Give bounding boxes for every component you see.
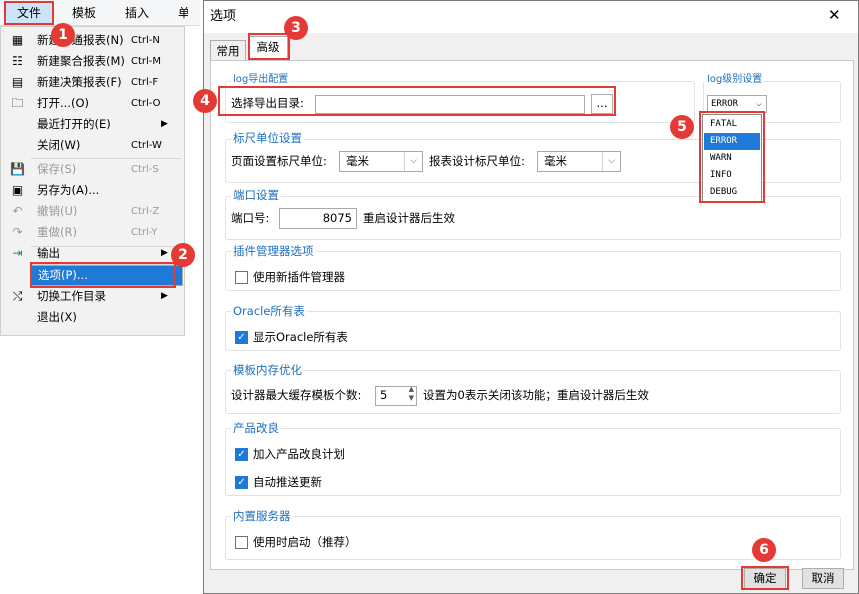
save-as-icon: ▣ [11, 183, 24, 197]
menu-cell[interactable]: 单 [178, 3, 188, 23]
close-icon[interactable]: ✕ [828, 7, 841, 23]
group-title-plugin: 插件管理器选项 [231, 244, 316, 258]
step-badge-5: 5 [670, 115, 694, 139]
group-title-server: 内置服务器 [231, 509, 293, 523]
menu-item-new-aggregate[interactable]: ☷ 新建聚合报表(M) Ctrl-M [1, 51, 184, 72]
auto-push-label: 自动推送更新 [253, 475, 322, 489]
menu-item-undo[interactable]: ↶ 撤销(U) Ctrl-Z [1, 201, 184, 222]
step-badge-1: 1 [51, 23, 75, 47]
highlight-export-dir [218, 86, 616, 116]
highlight-file-menu [4, 1, 54, 25]
max-cache-note: 设置为0表示关闭该功能；重启设计器后生效 [423, 388, 649, 402]
new-report-icon: ▦ [11, 33, 24, 47]
step-badge-3: 3 [284, 16, 308, 40]
redo-icon: ↷ [12, 225, 23, 239]
start-server-checkbox[interactable] [235, 536, 248, 549]
highlight-advanced-tab [248, 33, 290, 60]
menu-item-save-as[interactable]: ▣ 另存为(A)... [1, 180, 184, 201]
menu-item-export[interactable]: ⇥ 输出 ▶ [1, 243, 184, 264]
page-ruler-select[interactable]: 毫米 ⌵ [339, 151, 423, 172]
highlight-options-item [30, 262, 176, 288]
show-oracle-tables-checkbox[interactable]: ✓ [235, 331, 248, 344]
report-ruler-select[interactable]: 毫米 ⌵ [537, 151, 621, 172]
report-ruler-label: 报表设计标尺单位: [429, 154, 525, 168]
cancel-button[interactable]: 取消 [802, 568, 844, 589]
submenu-arrow-icon: ▶ [161, 291, 168, 301]
file-menu: ▦ 新建普通报表(N) Ctrl-N ☷ 新建聚合报表(M) Ctrl-M ▤ … [0, 26, 185, 336]
menu-item-close[interactable]: 关闭(W) Ctrl-W [1, 135, 184, 156]
port-label: 端口号: [231, 211, 270, 225]
chevron-down-icon: ⌵ [756, 99, 762, 109]
step-badge-6: 6 [752, 538, 776, 562]
tab-general[interactable]: 常用 [210, 40, 246, 62]
menu-item-new-report[interactable]: ▦ 新建普通报表(N) Ctrl-N [1, 30, 184, 51]
join-improve-label: 加入产品改良计划 [253, 447, 345, 461]
chevron-down-icon: ⌵ [404, 152, 422, 171]
menu-insert[interactable]: 插入 [125, 3, 149, 23]
auto-push-checkbox[interactable]: ✓ [235, 476, 248, 489]
group-title-memory: 模板内存优化 [231, 363, 304, 377]
dialog-title: 选项 [210, 9, 237, 24]
menu-item-save[interactable]: 💾 保存(S) Ctrl-S [1, 159, 184, 180]
show-oracle-tables-label: 显示Oracle所有表 [253, 330, 348, 344]
max-cache-label: 设计器最大缓存模板个数: [231, 388, 362, 402]
group-title-improve: 产品改良 [231, 421, 281, 435]
menu-item-switch-dir[interactable]: ⤭ 切换工作目录 ▶ [1, 286, 184, 307]
menu-item-new-dashboard[interactable]: ▤ 新建决策报表(F) Ctrl-F [1, 72, 184, 93]
highlight-ok-button [741, 566, 789, 590]
highlight-log-level-list [699, 111, 765, 203]
new-dashboard-icon: ▤ [11, 75, 24, 89]
new-plugin-manager-label: 使用新插件管理器 [253, 270, 345, 284]
folder-open-icon: 🗀 [11, 96, 24, 110]
group-title-oracle: Oracle所有表 [231, 304, 307, 318]
max-cache-spinner[interactable]: 5 ▲ ▼ [375, 385, 417, 406]
group-title-log-level: log级别设置 [705, 73, 765, 87]
menu-item-open[interactable]: 🗀 打开...(O) Ctrl-O [1, 93, 184, 114]
port-input[interactable]: 8075 [279, 208, 357, 229]
new-aggregate-icon: ☷ [12, 54, 23, 68]
step-badge-4: 4 [193, 89, 217, 113]
submenu-arrow-icon: ▶ [161, 248, 168, 258]
menu-item-recent[interactable]: 最近打开的(E) ▶ [1, 114, 184, 135]
spinner-arrows-icon: ▲ ▼ [408, 385, 414, 402]
menu-template[interactable]: 模板 [72, 3, 96, 23]
switch-dir-icon: ⤭ [12, 289, 23, 303]
save-icon: 💾 [10, 162, 25, 176]
undo-icon: ↶ [12, 204, 23, 218]
join-improve-checkbox[interactable]: ✓ [235, 448, 248, 461]
submenu-arrow-icon: ▶ [161, 119, 168, 129]
menu-item-redo[interactable]: ↷ 重做(R) Ctrl-Y [1, 222, 184, 243]
step-badge-2: 2 [171, 243, 195, 267]
export-icon: ⇥ [12, 246, 23, 260]
group-title-port: 端口设置 [231, 188, 281, 202]
page-ruler-label: 页面设置标尺单位: [231, 154, 327, 168]
port-note: 重启设计器后生效 [363, 211, 455, 225]
start-server-label: 使用时启动（推荐） [253, 535, 357, 549]
chevron-down-icon: ⌵ [602, 152, 620, 171]
menu-item-exit[interactable]: 退出(X) [1, 307, 184, 328]
new-plugin-manager-checkbox[interactable] [235, 271, 248, 284]
group-title-ruler: 标尺单位设置 [231, 131, 304, 145]
group-title-log-export: log导出配置 [231, 73, 291, 87]
